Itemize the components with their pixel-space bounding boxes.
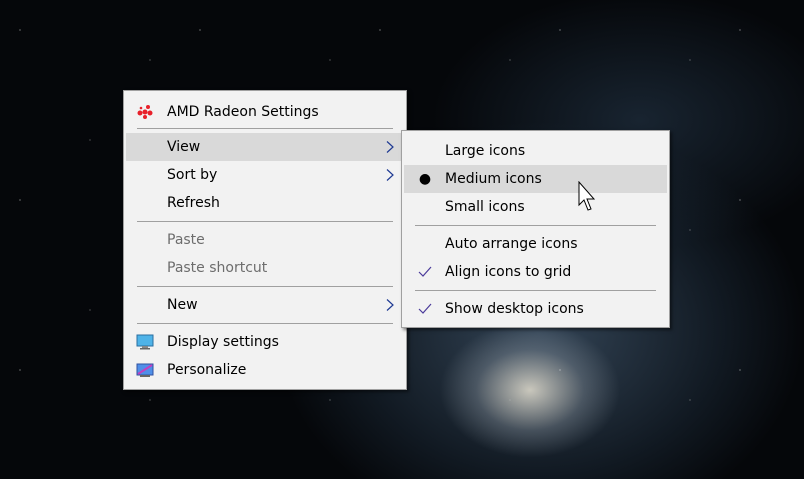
mouse-cursor-icon — [578, 181, 596, 211]
menu-item-personalize[interactable]: Personalize — [126, 356, 404, 384]
desktop-context-menu: AMD Radeon Settings View Sort by Refresh… — [123, 90, 407, 390]
menu-item-label: Paste shortcut — [167, 260, 268, 276]
menu-item-label: Personalize — [167, 362, 247, 378]
menu-item-label: New — [167, 297, 198, 313]
menu-item-show-desktop-icons[interactable]: Show desktop icons — [404, 295, 667, 323]
menu-separator — [415, 225, 656, 226]
menu-item-view[interactable]: View — [126, 133, 404, 161]
menu-item-label: Medium icons — [445, 171, 542, 187]
menu-item-label: AMD Radeon Settings — [167, 104, 319, 120]
menu-item-small-icons[interactable]: Small icons — [404, 193, 667, 221]
menu-item-new[interactable]: New — [126, 291, 404, 319]
menu-item-sort-by[interactable]: Sort by — [126, 161, 404, 189]
chevron-right-icon — [386, 169, 394, 181]
chevron-right-icon — [386, 299, 394, 311]
menu-item-label: Sort by — [167, 167, 218, 183]
menu-item-paste-shortcut: Paste shortcut — [126, 254, 404, 282]
menu-separator — [137, 221, 393, 222]
bullet-icon: ● — [418, 171, 432, 187]
menu-item-amd-radeon-settings[interactable]: AMD Radeon Settings — [126, 98, 404, 126]
menu-item-label: Small icons — [445, 199, 525, 215]
menu-separator — [137, 323, 393, 324]
menu-separator — [415, 290, 656, 291]
menu-item-label: Paste — [167, 232, 205, 248]
menu-item-label: Large icons — [445, 143, 526, 159]
menu-item-label: Refresh — [167, 195, 220, 211]
menu-item-paste: Paste — [126, 226, 404, 254]
menu-item-large-icons[interactable]: Large icons — [404, 137, 667, 165]
menu-item-label: Align icons to grid — [445, 264, 572, 280]
menu-item-label: Auto arrange icons — [445, 236, 578, 252]
menu-item-auto-arrange-icons[interactable]: Auto arrange icons — [404, 230, 667, 258]
menu-item-refresh[interactable]: Refresh — [126, 189, 404, 217]
personalize-icon — [136, 363, 154, 377]
chevron-right-icon — [386, 141, 394, 153]
checkmark-icon — [418, 266, 432, 277]
view-submenu: Large icons ● Medium icons Small icons A… — [401, 130, 670, 328]
menu-item-label: View — [167, 139, 201, 155]
display-icon — [136, 334, 154, 350]
menu-item-align-icons-to-grid[interactable]: Align icons to grid — [404, 258, 667, 286]
menu-item-label: Display settings — [167, 334, 279, 350]
menu-item-label: Show desktop icons — [445, 301, 584, 317]
menu-separator — [137, 286, 393, 287]
menu-separator — [137, 128, 393, 129]
menu-item-display-settings[interactable]: Display settings — [126, 328, 404, 356]
checkmark-icon — [418, 303, 432, 314]
amd-radeon-icon — [137, 105, 153, 119]
menu-item-medium-icons[interactable]: ● Medium icons — [404, 165, 667, 193]
